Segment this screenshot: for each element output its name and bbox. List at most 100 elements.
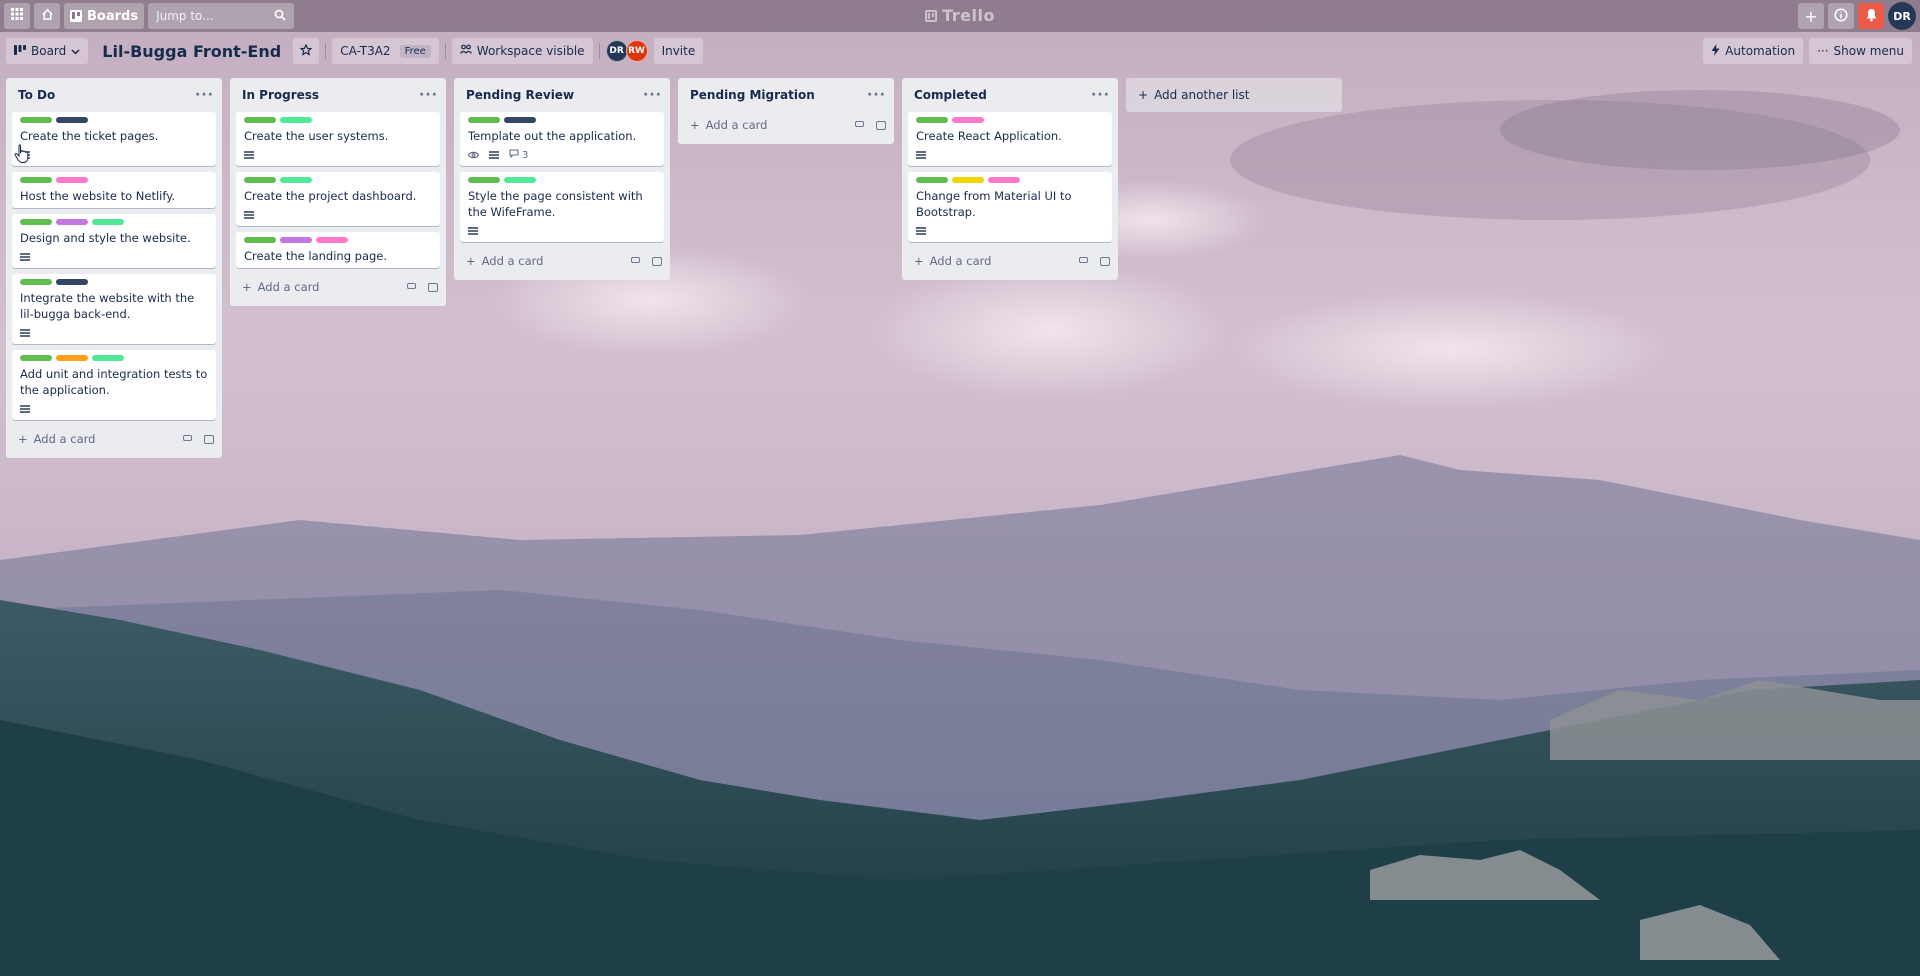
card-label[interactable] <box>20 279 52 285</box>
notifications-button[interactable] <box>1858 3 1884 29</box>
list-title[interactable]: Pending Migration <box>690 88 815 102</box>
card-label[interactable] <box>468 117 500 123</box>
card[interactable]: Create the user systems. <box>236 112 440 166</box>
card-label[interactable] <box>244 117 276 123</box>
card-title: Host the website to Netlify. <box>20 189 176 203</box>
card-label[interactable] <box>56 177 88 183</box>
card[interactable]: Integrate the website with the lil-bugga… <box>12 274 216 344</box>
board-header: Board Lil-Bugga Front-End CA-T3A2 Free W… <box>0 36 1920 66</box>
list-title[interactable]: In Progress <box>242 88 319 102</box>
add-card-button[interactable]: + Add a card <box>454 248 670 274</box>
card-label[interactable] <box>20 177 52 183</box>
create-button[interactable]: + <box>1798 3 1824 29</box>
show-menu-button[interactable]: ··· Show menu <box>1809 38 1912 64</box>
card-label[interactable] <box>280 117 312 123</box>
board-view-switcher[interactable]: Board <box>6 38 89 64</box>
logo-text: Trello <box>942 6 995 25</box>
grid-icon <box>11 8 23 24</box>
card-label[interactable] <box>20 355 52 361</box>
jump-to-search[interactable] <box>148 3 295 29</box>
list-header[interactable]: To Do ··· <box>6 78 222 112</box>
list-title[interactable]: To Do <box>18 88 55 102</box>
record-video-icon[interactable] <box>183 434 192 441</box>
card-label[interactable] <box>244 237 276 243</box>
board-title[interactable]: Lil-Bugga Front-End <box>94 42 289 61</box>
list-actions-icon[interactable]: ··· <box>195 87 214 103</box>
member-avatar[interactable]: RW <box>625 40 648 62</box>
card-template-icon[interactable] <box>428 282 438 292</box>
card-template-icon[interactable] <box>652 256 662 266</box>
record-video-icon[interactable] <box>407 282 416 289</box>
card-template-icon[interactable] <box>876 120 886 130</box>
card[interactable]: Template out the application. 3 <box>460 112 664 166</box>
list-header[interactable]: In Progress ··· <box>230 78 446 112</box>
card-title: Template out the application. <box>468 129 637 143</box>
trello-logo[interactable]: Trello <box>925 6 995 25</box>
member-avatar[interactable]: DR <box>605 40 628 62</box>
list-header[interactable]: Pending Review ··· <box>454 78 670 112</box>
card-label[interactable] <box>56 117 88 123</box>
list-title[interactable]: Pending Review <box>466 88 574 102</box>
app-switcher-button[interactable] <box>4 3 30 29</box>
workspace-button[interactable]: CA-T3A2 Free <box>332 38 439 64</box>
card-label[interactable] <box>56 355 88 361</box>
user-avatar[interactable]: DR <box>1888 2 1916 30</box>
card-label[interactable] <box>92 219 124 225</box>
card[interactable]: Create the project dashboard. <box>236 172 440 226</box>
add-card-button[interactable]: + Add a card <box>678 112 894 138</box>
card-label[interactable] <box>988 177 1020 183</box>
card-label[interactable] <box>56 219 88 225</box>
card-label[interactable] <box>952 117 984 123</box>
search-input[interactable] <box>156 9 267 23</box>
home-button[interactable] <box>34 3 60 29</box>
card[interactable]: Add unit and integration tests to the ap… <box>12 350 216 420</box>
visibility-button[interactable]: Workspace visible <box>451 38 593 64</box>
card[interactable]: Create the landing page. <box>236 232 440 268</box>
list-actions-icon[interactable]: ··· <box>643 87 662 103</box>
card-label[interactable] <box>280 177 312 183</box>
invite-button[interactable]: Invite <box>653 38 704 64</box>
card-label[interactable] <box>280 237 312 243</box>
card-label[interactable] <box>92 355 124 361</box>
card-label[interactable] <box>20 219 52 225</box>
add-card-button[interactable]: + Add a card <box>230 274 446 300</box>
card[interactable]: Style the page consistent with the WifeF… <box>460 172 664 242</box>
card-label[interactable] <box>952 177 984 183</box>
card-label[interactable] <box>468 177 500 183</box>
list-title[interactable]: Completed <box>914 88 987 102</box>
card-template-icon[interactable] <box>1100 256 1110 266</box>
automation-button[interactable]: Automation <box>1703 38 1804 64</box>
add-card-button[interactable]: + Add a card <box>902 248 1118 274</box>
add-another-list-button[interactable]: + Add another list <box>1126 78 1342 112</box>
card-label[interactable] <box>916 117 948 123</box>
list-header[interactable]: Completed ··· <box>902 78 1118 112</box>
card[interactable]: Create the ticket pages. <box>12 112 216 166</box>
card-label[interactable] <box>56 279 88 285</box>
card-label[interactable] <box>316 237 348 243</box>
list-header[interactable]: Pending Migration ··· <box>678 78 894 112</box>
list-actions-icon[interactable]: ··· <box>867 87 886 103</box>
card-template-icon[interactable] <box>204 434 214 444</box>
boards-button[interactable]: Boards <box>64 3 145 29</box>
list-actions-icon[interactable]: ··· <box>1091 87 1110 103</box>
card[interactable]: Design and style the website. <box>12 214 216 268</box>
card-label[interactable] <box>504 177 536 183</box>
record-video-icon[interactable] <box>631 256 640 263</box>
card-label[interactable] <box>916 177 948 183</box>
card-label[interactable] <box>20 117 52 123</box>
add-card-button[interactable]: + Add a card <box>6 426 222 452</box>
star-board-button[interactable] <box>293 38 320 64</box>
card[interactable]: Change from Material UI to Bootstrap. <box>908 172 1112 242</box>
card-container: Template out the application. 3 Style the … <box>454 112 670 242</box>
list-actions-icon[interactable]: ··· <box>419 87 438 103</box>
card[interactable]: Host the website to Netlify. <box>12 172 216 208</box>
add-card-area: + Add a card <box>18 432 95 446</box>
card-badges: 3 <box>468 148 656 162</box>
card-label[interactable] <box>244 177 276 183</box>
information-button[interactable] <box>1828 3 1854 29</box>
record-video-icon[interactable] <box>1079 256 1088 263</box>
record-video-icon[interactable] <box>855 120 864 127</box>
card-title: Integrate the website with the lil-bugga… <box>20 291 195 321</box>
card[interactable]: Create React Application. <box>908 112 1112 166</box>
card-label[interactable] <box>504 117 536 123</box>
